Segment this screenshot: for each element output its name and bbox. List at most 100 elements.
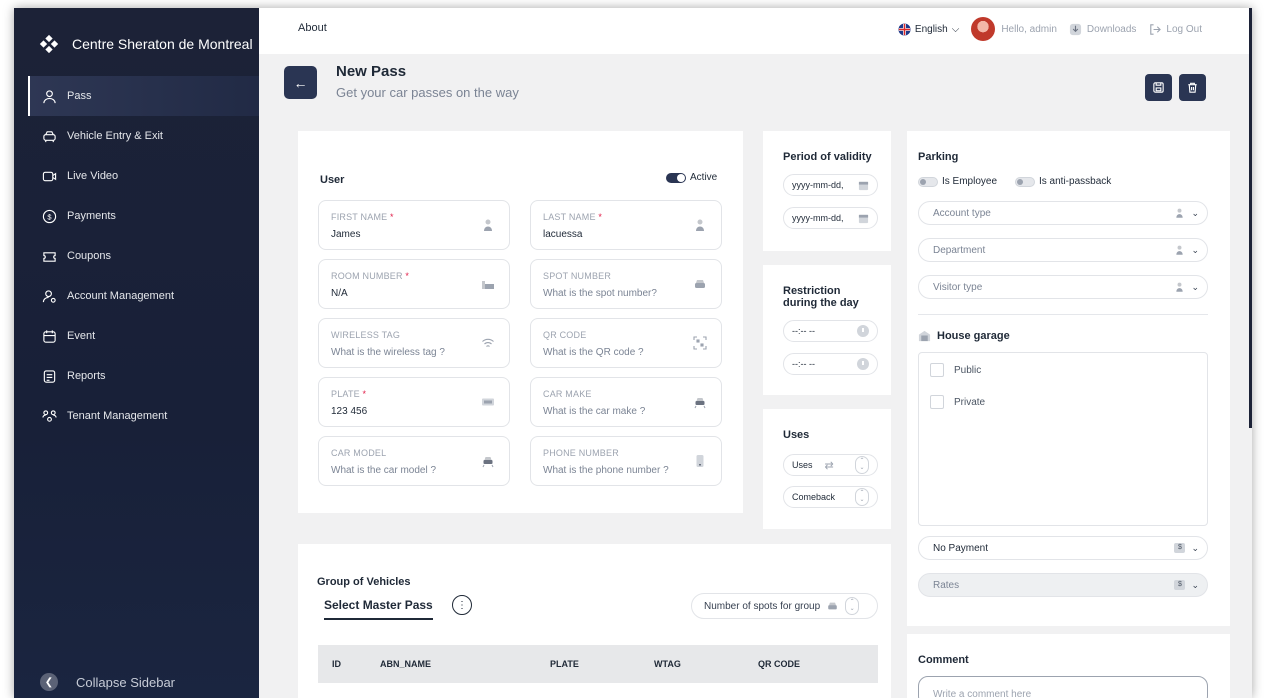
logout-link[interactable]: Log Out <box>1148 23 1202 36</box>
wireless-tag-field[interactable]: WIRELESS TAG What is the wireless tag ? <box>318 318 510 368</box>
validity-end-date-input[interactable]: yyyy-mm-dd, <box>783 207 878 229</box>
sidebar-item-event[interactable]: Event <box>28 316 259 356</box>
group-title: Group of Vehicles <box>317 576 411 588</box>
column-header[interactable]: QR CODE <box>758 659 800 669</box>
save-icon <box>1153 82 1164 93</box>
collapse-sidebar-label: Collapse Sidebar <box>76 674 176 690</box>
sidebar-item-account-management[interactable]: Account Management <box>28 276 259 316</box>
user-section-title: User <box>320 174 345 186</box>
dollar-icon: $ <box>1174 543 1186 553</box>
room-number-value: N/A <box>331 288 348 299</box>
stepper-arrows[interactable]: ⌃ ⌄ <box>855 456 869 474</box>
checkbox[interactable] <box>930 395 944 409</box>
sidebar-item-tenant-management[interactable]: Tenant Management <box>28 396 259 436</box>
phone-number-field[interactable]: PHONE NUMBER What is the phone number ? <box>530 436 722 486</box>
sidebar-item-live-video[interactable]: Live Video <box>28 156 259 196</box>
sidebar-item-coupons[interactable]: Coupons <box>28 236 259 276</box>
last-name-field[interactable]: LAST NAME * lacuessa <box>530 200 722 250</box>
department-select[interactable]: Department ⌄ <box>918 238 1208 262</box>
field-label: QR CODE <box>543 330 587 340</box>
garage-option-private[interactable]: Private <box>930 395 985 409</box>
language-selector[interactable]: English ⌵ <box>898 22 960 36</box>
sidebar-item-reports[interactable]: Reports <box>28 356 259 396</box>
info-icon[interactable]: ⋮ <box>452 595 472 615</box>
page-subtitle: Get your car passes on the way <box>336 85 519 100</box>
tab-select-master-pass[interactable]: Select Master Pass <box>324 598 433 620</box>
sidebar-item-vehicle-entry-exit[interactable]: Vehicle Entry & Exit <box>28 116 259 156</box>
comeback-stepper[interactable]: Comeback ⌃ ⌄ <box>783 486 878 508</box>
account-type-select[interactable]: Account type ⌄ <box>918 201 1208 225</box>
uses-stepper[interactable]: Uses ⇄ ⌃ ⌄ <box>783 454 878 476</box>
scrollbar[interactable] <box>1249 8 1252 428</box>
first-name-field[interactable]: FIRST NAME * James <box>318 200 510 250</box>
sidebar-item-label: Event <box>67 330 96 342</box>
plate-value: 123 456 <box>331 406 368 417</box>
is-employee-toggle[interactable]: Is Employee <box>918 176 997 187</box>
chevron-down-icon: ⌄ <box>1191 542 1199 553</box>
delete-button[interactable] <box>1179 74 1206 101</box>
field-label: CAR MODEL <box>331 448 387 458</box>
car-icon <box>43 130 56 142</box>
column-header[interactable]: ID <box>332 659 341 669</box>
chevron-down-icon: ⌵ <box>951 23 960 35</box>
clock-icon <box>857 325 869 337</box>
divider <box>918 314 1208 315</box>
parking-title: Parking <box>918 151 959 163</box>
garage-option-public[interactable]: Public <box>930 363 981 377</box>
visitor-type-select[interactable]: Visitor type ⌄ <box>918 275 1208 299</box>
group-spots-stepper[interactable]: Number of spots for group ⌃ ⌄ <box>691 593 878 619</box>
sidebar-item-payments[interactable]: $ Payments <box>28 196 259 236</box>
arrow-left-icon: ← <box>293 74 308 91</box>
user-menu[interactable]: Hello, admin <box>971 17 1057 41</box>
plate-field[interactable]: PLATE * 123 456 <box>318 377 510 427</box>
collapse-sidebar-button[interactable]: ❮ Collapse Sidebar <box>40 673 175 691</box>
column-header[interactable]: PLATE <box>550 659 579 669</box>
toggle-switch <box>666 172 686 183</box>
rates-select[interactable]: Rates $ ⌄ <box>918 573 1208 597</box>
date-placeholder: yyyy-mm-dd, <box>792 180 844 190</box>
user-panel: User Active FIRST NAME * James LAST NAME… <box>298 131 743 513</box>
restriction-start-time-input[interactable]: --:-- -- <box>783 320 878 342</box>
column-header[interactable]: WTAG <box>654 659 681 669</box>
department-placeholder: Department <box>933 244 986 256</box>
save-button[interactable] <box>1145 74 1172 101</box>
comment-textarea[interactable]: Write a comment here <box>918 676 1208 698</box>
active-toggle[interactable]: Active <box>666 172 717 183</box>
validity-start-date-input[interactable]: yyyy-mm-dd, <box>783 174 878 196</box>
rates-placeholder: Rates <box>933 579 960 591</box>
restriction-end-time-input[interactable]: --:-- -- <box>783 353 878 375</box>
uses-panel: Uses Uses ⇄ ⌃ ⌄ Comeback ⌃ ⌄ <box>763 409 891 529</box>
car-make-field[interactable]: CAR MAKE What is the car make ? <box>530 377 722 427</box>
group-table-header: ID ABN_NAME PLATE WTAG QR CODE <box>318 645 878 683</box>
sidebar-item-pass[interactable]: Pass <box>28 76 259 116</box>
last-name-value: lacuessa <box>543 229 583 240</box>
phone-number-placeholder: What is the phone number ? <box>543 465 669 476</box>
bed-icon <box>482 281 494 289</box>
sidebar-item-label: Coupons <box>67 250 112 262</box>
car-model-field[interactable]: CAR MODEL What is the car model ? <box>318 436 510 486</box>
account-icon <box>42 289 56 303</box>
back-button[interactable]: ← <box>284 66 317 99</box>
svg-text:$: $ <box>47 212 52 221</box>
stepper-arrows[interactable]: ⌃ ⌄ <box>845 597 860 615</box>
restriction-title: Restriction during the day <box>783 285 859 309</box>
parking-panel: Parking Is Employee Is anti-passback Acc… <box>907 131 1230 626</box>
column-header[interactable]: ABN_NAME <box>380 659 431 669</box>
is-antipassback-toggle[interactable]: Is anti-passback <box>1015 176 1111 187</box>
qr-code-field[interactable]: QR CODE What is the QR code ? <box>530 318 722 368</box>
room-number-field[interactable]: ROOM NUMBER * N/A <box>318 259 510 309</box>
payment-select[interactable]: No Payment $ ⌄ <box>918 536 1208 560</box>
stepper-arrows[interactable]: ⌃ ⌄ <box>855 488 869 506</box>
language-label: English <box>914 23 948 35</box>
is-employee-label: Is Employee <box>942 176 998 187</box>
about-link[interactable]: About <box>298 22 327 34</box>
checkbox[interactable] <box>930 363 944 377</box>
sidebar-item-label: Tenant Management <box>67 410 168 422</box>
brand[interactable]: Centre Sheraton de Montreal <box>38 32 253 56</box>
sidebar-item-label: Vehicle Entry & Exit <box>67 130 163 142</box>
spot-number-field[interactable]: SPOT NUMBER What is the spot number? <box>530 259 722 309</box>
sidebar-item-label: Live Video <box>67 170 119 182</box>
active-label: Active <box>690 172 718 183</box>
license-plate-icon <box>482 398 494 406</box>
downloads-link[interactable]: Downloads <box>1069 23 1136 36</box>
